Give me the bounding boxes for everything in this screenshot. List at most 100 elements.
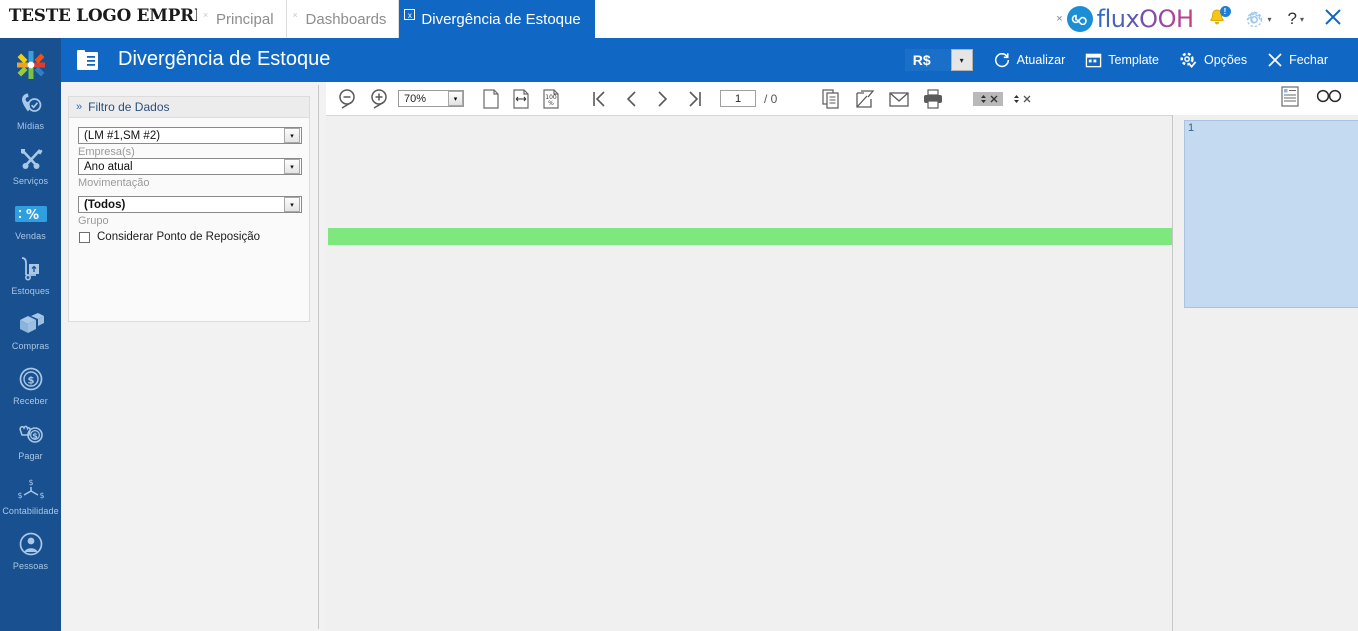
template-icon (1085, 52, 1102, 69)
gear-check-icon (1179, 51, 1198, 70)
infinity-icon (1071, 14, 1088, 25)
preview-glasses-button[interactable] (1316, 88, 1342, 109)
tab-principal[interactable]: × Principal (197, 0, 287, 38)
refresh-label: Atualizar (1017, 53, 1066, 67)
thumbnail-toolbar (1172, 82, 1358, 116)
print-button[interactable] (921, 87, 945, 111)
tab-close-icon[interactable]: × (293, 11, 298, 20)
close-icon (1267, 52, 1283, 68)
product-logo: fluxΟOH (1067, 5, 1194, 33)
svg-text:$: $ (39, 491, 44, 500)
collapse-chevron-icon[interactable]: » (76, 101, 82, 113)
sidebar-item-contabilidade[interactable]: $ $ $ Contabilidade (0, 465, 61, 520)
notifications-button[interactable]: ! (1206, 7, 1230, 31)
chevron-down-icon[interactable]: ▾ (284, 159, 300, 174)
sidebar-item-midias[interactable]: Mídias (0, 80, 61, 135)
email-button[interactable] (887, 87, 911, 111)
ponto-reposicao-row[interactable]: Considerar Ponto de Reposição (79, 231, 260, 243)
chevron-down-icon[interactable]: ▾ (284, 128, 300, 143)
fit-whole-page-button[interactable] (480, 88, 502, 110)
page-title: Divergência de Estoque (118, 48, 330, 71)
document-outline-button[interactable] (1280, 85, 1300, 112)
grupo-select[interactable]: (Todos) ▾ (78, 196, 302, 213)
filter-panel: » Filtro de Dados (LM #1,SM #2) ▾ Empres… (68, 85, 319, 629)
sidebar-item-pessoas[interactable]: Pessoas (0, 520, 61, 575)
sidebar-item-compras[interactable]: Compras (0, 300, 61, 355)
hand-truck-icon (18, 254, 44, 284)
coin-dollar-icon: $ (18, 364, 44, 394)
top-bar: TESTE LOGO EMPRESA × Principal × Dashboa… (0, 0, 1358, 38)
fit-page-width-button[interactable] (510, 88, 532, 110)
movimentacao-label: Movimentação (78, 177, 302, 189)
tools-icon (18, 144, 44, 174)
options-button[interactable]: Opções (1179, 51, 1247, 70)
thumbnail-page-1[interactable]: 1 (1184, 120, 1358, 308)
filter-header[interactable]: » Filtro de Dados (69, 97, 309, 118)
chevron-down-icon[interactable]: ▾ (448, 91, 463, 106)
sidebar-item-label: Serviços (13, 176, 48, 186)
refresh-icon (993, 51, 1011, 69)
settings-menu-button[interactable]: ▾ (1244, 9, 1272, 30)
movimentacao-select[interactable]: Ano atual ▾ (78, 158, 302, 175)
window-close-small-icon[interactable]: × (1056, 13, 1062, 25)
first-page-button[interactable] (588, 88, 610, 110)
filter-box: » Filtro de Dados (LM #1,SM #2) ▾ Empres… (68, 96, 310, 322)
thumbnail-pane[interactable]: 1 (1172, 115, 1358, 631)
close-report-label: Fechar (1289, 53, 1328, 67)
page-number-input[interactable]: 1 (720, 90, 756, 107)
person-icon (18, 529, 44, 559)
svg-text:%: % (26, 208, 39, 223)
accounting-tree-icon: $ $ $ (16, 474, 46, 504)
tab-dashboards[interactable]: × Dashboards (287, 0, 400, 38)
close-window-button[interactable] (1322, 6, 1344, 33)
app-logo-icon[interactable] (16, 50, 46, 80)
ponto-reposicao-label: Considerar Ponto de Reposição (97, 231, 260, 243)
previous-page-button[interactable] (620, 88, 642, 110)
last-page-button[interactable] (684, 88, 706, 110)
top-bar-actions: × fluxΟOH ! (1056, 0, 1358, 38)
tab-close-icon[interactable]: x (404, 9, 415, 20)
application-window: TESTE LOGO EMPRESA × Principal × Dashboa… (0, 0, 1358, 631)
currency-selector[interactable]: R$ ▾ (905, 49, 973, 71)
sidebar-item-label: Pessoas (13, 561, 48, 571)
spinner-close-selected[interactable] (973, 92, 1003, 106)
actual-size-button[interactable]: 100 % (540, 88, 562, 110)
header-actions: R$ ▾ Atualizar Template (905, 38, 1348, 82)
sidebar-item-label: Mídias (17, 121, 44, 131)
hand-coin-icon: $ (18, 419, 44, 449)
currency-dropdown-icon[interactable]: ▾ (951, 49, 973, 71)
grupo-value: (Todos) (79, 199, 284, 211)
notification-badge: ! (1220, 6, 1231, 17)
ponto-reposicao-checkbox[interactable] (79, 232, 90, 243)
zoom-out-button[interactable] (336, 87, 360, 111)
sidebar-item-label: Receber (13, 396, 48, 406)
refresh-button[interactable]: Atualizar (993, 51, 1066, 69)
sidebar-item-vendas[interactable]: % Vendas (0, 190, 61, 245)
template-button[interactable]: Template (1085, 52, 1159, 69)
sidebar-item-servicos[interactable]: Serviços (0, 135, 61, 190)
copy-button[interactable] (819, 87, 843, 111)
svg-text:$: $ (27, 376, 34, 387)
tab-divergencia-de-estoque[interactable]: x Divergência de Estoque (399, 0, 594, 38)
sidebar-item-label: Contabilidade (2, 506, 58, 516)
export-button[interactable] (853, 87, 877, 111)
svg-text:$: $ (28, 478, 33, 487)
next-page-button[interactable] (652, 88, 674, 110)
tab-close-icon[interactable]: × (203, 11, 208, 20)
sidebar-item-estoques[interactable]: Estoques (0, 245, 61, 300)
sidebar-item-receber[interactable]: $ Receber (0, 355, 61, 410)
page-total-label: / 0 (764, 92, 777, 106)
sidebar-item-pagar[interactable]: $ Pagar (0, 410, 61, 465)
close-report-button[interactable]: Fechar (1267, 52, 1328, 68)
help-menu-button[interactable]: ? ▾ (1288, 9, 1304, 29)
chevron-down-icon[interactable]: ▾ (284, 197, 300, 212)
empresas-select[interactable]: (LM #1,SM #2) ▾ (78, 127, 302, 144)
zoom-level-select[interactable]: 70% ▾ (398, 90, 464, 107)
svg-text:$: $ (32, 432, 38, 441)
sidebar-item-label: Vendas (15, 231, 46, 241)
tab-label: Dashboards (306, 11, 387, 28)
zoom-in-button[interactable] (368, 87, 392, 111)
spinner-close[interactable] (1009, 93, 1033, 105)
template-label: Template (1108, 53, 1159, 67)
empresas-value: (LM #1,SM #2) (79, 130, 284, 142)
